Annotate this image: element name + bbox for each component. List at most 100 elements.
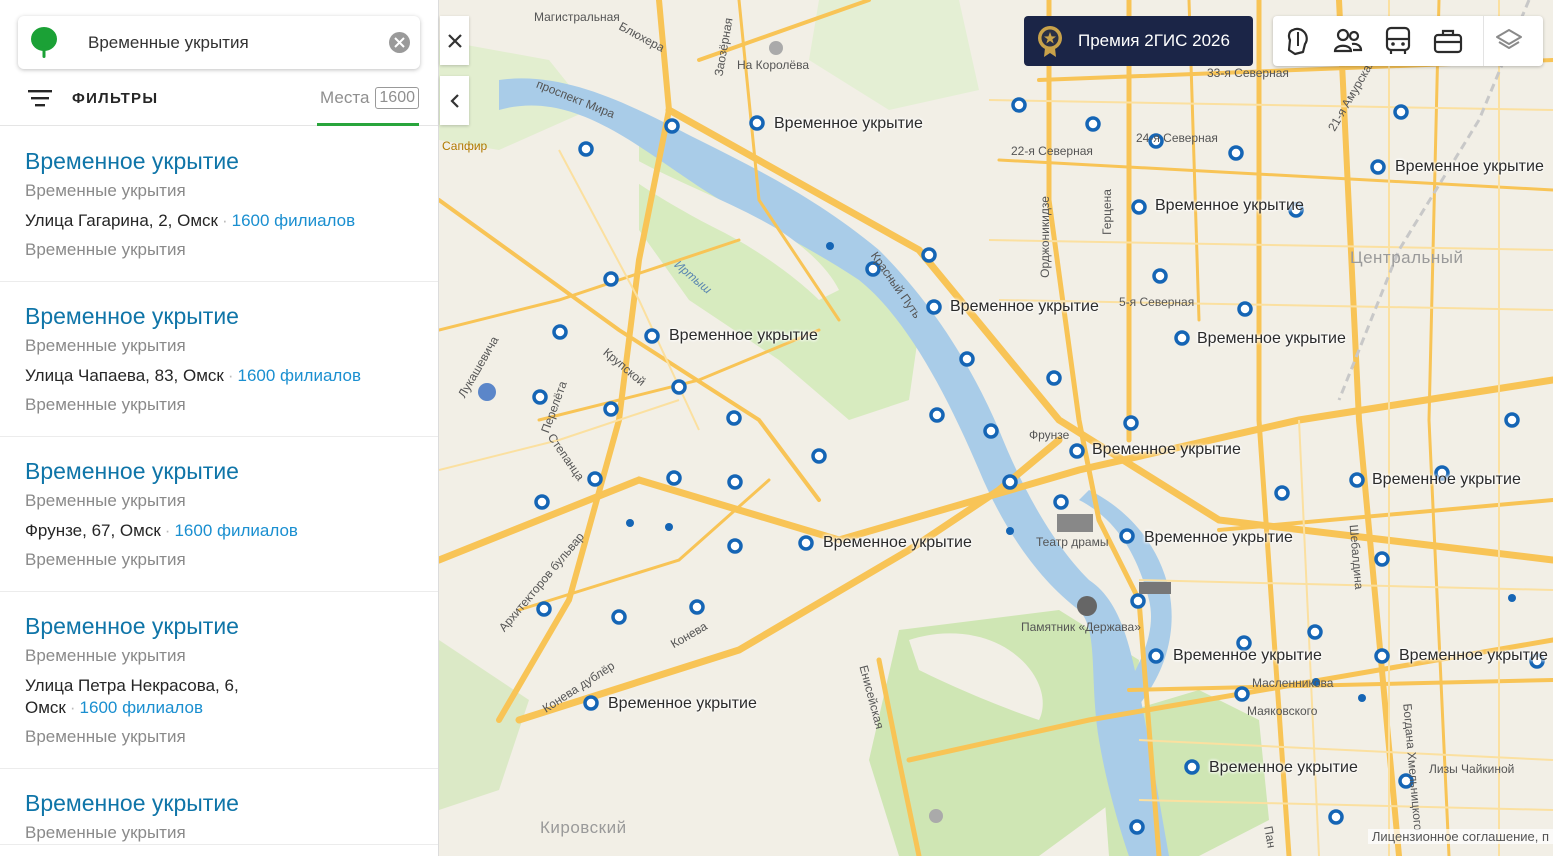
result-item[interactable]: Временное укрытие Временные укрытия xyxy=(0,769,438,845)
result-title[interactable]: Временное укрытие xyxy=(25,457,414,485)
separator-dot: · xyxy=(227,366,234,385)
result-extra: Временные укрытия xyxy=(25,395,186,414)
search-input[interactable] xyxy=(88,16,388,69)
places-tab-label: Места xyxy=(320,87,370,107)
separator-dot: · xyxy=(164,521,171,540)
result-extra: Временные укрытия xyxy=(25,240,186,259)
result-address-line: Улица Петра Некрасова, 6, Омск · 1600 фили… xyxy=(25,675,325,719)
result-branches-link[interactable]: 1600 филиалов xyxy=(174,521,298,540)
result-extra: Временные укрытия xyxy=(25,550,186,569)
shelter-label[interactable]: Временное укрытие xyxy=(669,327,818,345)
shelter-label[interactable]: Временное укрытие xyxy=(1209,759,1358,777)
map-base xyxy=(439,0,1553,856)
district-label: Центральный xyxy=(1350,248,1464,267)
collapse-panel-button[interactable] xyxy=(440,76,469,125)
shelter-label[interactable]: Временное укрытие xyxy=(1197,330,1346,348)
business-button[interactable] xyxy=(1423,16,1473,66)
result-address: Улица Чапаева, 83, Омск xyxy=(25,366,224,385)
filter-icon xyxy=(28,90,52,107)
result-category: Временные укрытия xyxy=(25,823,186,842)
result-category: Временные укрытия xyxy=(25,646,186,665)
result-branches-link[interactable]: 1600 филиалов xyxy=(80,698,204,717)
shelter-label[interactable]: Временное укрытие xyxy=(1173,647,1322,665)
transport-button[interactable] xyxy=(1373,16,1423,66)
result-address-line: Улица Чапаева, 83, Омск · 1600 филиалов xyxy=(25,365,414,387)
shelter-label[interactable]: Временное укрытие xyxy=(823,534,972,552)
shelter-label[interactable]: Временное укрытие xyxy=(1144,529,1293,547)
street-label: Масленникова xyxy=(1252,676,1334,690)
result-category: Временные укрытия xyxy=(25,491,186,510)
result-address: Фрунзе, 67, Омск xyxy=(25,521,161,540)
landmark-label: Памятник «Держава» xyxy=(1021,620,1141,634)
landmark-label: На Королёва xyxy=(737,58,810,72)
places-count-badge: 1600 xyxy=(375,86,419,109)
map[interactable]: Магистральная Блюхера Заозёрная проспект… xyxy=(439,0,1553,856)
map-toolbar xyxy=(1273,16,1543,66)
street-label: 33-я Северная xyxy=(1207,66,1289,80)
result-item[interactable]: Временное укрытие Временные укрытия Улиц… xyxy=(0,127,438,282)
2gis-logo-icon xyxy=(31,27,57,58)
result-item[interactable]: Временное укрытие Временные укрытия Улиц… xyxy=(0,592,438,769)
street-label: 24-я Северная xyxy=(1136,131,1218,145)
shelter-label[interactable]: Временное укрытие xyxy=(1395,158,1544,176)
landmark-label: Театр драмы xyxy=(1036,535,1109,549)
landmark-label: Сапфир xyxy=(442,139,488,153)
result-title[interactable]: Временное укрытие xyxy=(25,147,414,175)
friends-button[interactable] xyxy=(1323,16,1373,66)
friends-icon xyxy=(1333,28,1363,53)
street-label: 22-я Северная xyxy=(1011,144,1093,158)
shelter-label[interactable]: Временное укрытие xyxy=(774,115,923,133)
shelter-label[interactable]: Временное укрытие xyxy=(1372,471,1521,489)
clear-search-button[interactable] xyxy=(389,32,410,53)
filters-bar: ФИЛЬТРЫ Места 1600 xyxy=(0,72,438,126)
result-branches-link[interactable]: 1600 филиалов xyxy=(238,366,362,385)
tab-places[interactable]: Места 1600 xyxy=(317,72,419,126)
close-icon xyxy=(394,37,405,48)
attractions-icon xyxy=(1287,27,1308,56)
license-agreement-link[interactable]: Лицензионное соглашение, п xyxy=(1367,829,1553,844)
street-label: Фрунзе xyxy=(1029,428,1070,442)
street-label: Магистральная xyxy=(534,10,620,24)
results-list: Временное укрытие Временные укрытия Улиц… xyxy=(0,127,438,845)
separator-dot: · xyxy=(69,698,76,717)
chevron-left-icon xyxy=(449,93,459,108)
street-label: Маяковского xyxy=(1247,704,1318,718)
shelter-label[interactable]: Временное укрытие xyxy=(950,298,1099,316)
result-address-line: Улица Гагарина, 2, Омск · 1600 филиалов xyxy=(25,210,414,232)
result-item[interactable]: Временное укрытие Временные укрытия Фрун… xyxy=(0,437,438,592)
separator-dot: · xyxy=(221,211,228,230)
layers-button[interactable] xyxy=(1483,16,1533,66)
result-extra: Временные укрытия xyxy=(25,727,186,746)
sidebar: ФИЛЬТРЫ Места 1600 Временное укрытие Вре… xyxy=(0,0,439,856)
street-label: 5-я Северная xyxy=(1119,295,1195,309)
attractions-button[interactable] xyxy=(1273,16,1323,66)
shelter-label[interactable]: Временное укрытие xyxy=(608,695,757,713)
filters-label: ФИЛЬТРЫ xyxy=(72,89,159,107)
layers-icon xyxy=(1495,29,1522,49)
result-item[interactable]: Временное укрытие Временные укрытия Улиц… xyxy=(0,282,438,437)
result-title[interactable]: Временное укрытие xyxy=(25,612,414,640)
street-label: Орджоникидзе xyxy=(1037,196,1052,278)
shelter-label[interactable]: Временное укрытие xyxy=(1155,197,1304,215)
close-panel-button[interactable] xyxy=(440,16,469,65)
shelter-label[interactable]: Временное укрытие xyxy=(1092,441,1241,459)
result-address-line: Фрунзе, 67, Омск · 1600 филиалов xyxy=(25,520,414,542)
result-category: Временные укрытия xyxy=(25,181,186,200)
street-label: Герцена xyxy=(1099,189,1114,235)
filters-button[interactable]: ФИЛЬТРЫ xyxy=(28,84,158,112)
result-title[interactable]: Временное укрытие xyxy=(25,302,414,330)
premium-banner[interactable]: Премия 2ГИС 2026 xyxy=(1024,16,1253,66)
result-branches-link[interactable]: 1600 филиалов xyxy=(232,211,356,230)
search-box[interactable] xyxy=(18,16,420,69)
result-address: Улица Гагарина, 2, Омск xyxy=(25,211,218,230)
business-icon xyxy=(1433,29,1463,54)
close-icon xyxy=(447,33,462,48)
result-category: Временные укрытия xyxy=(25,336,186,355)
result-title[interactable]: Временное укрытие xyxy=(25,789,414,817)
transport-icon xyxy=(1385,26,1411,54)
medal-icon xyxy=(1038,26,1062,57)
district-label: Кировский xyxy=(540,818,627,837)
premium-banner-text: Премия 2ГИС 2026 xyxy=(1078,31,1230,50)
shelter-label[interactable]: Временное укрытие xyxy=(1399,647,1548,665)
street-label: Лизы Чайкиной xyxy=(1429,762,1515,776)
